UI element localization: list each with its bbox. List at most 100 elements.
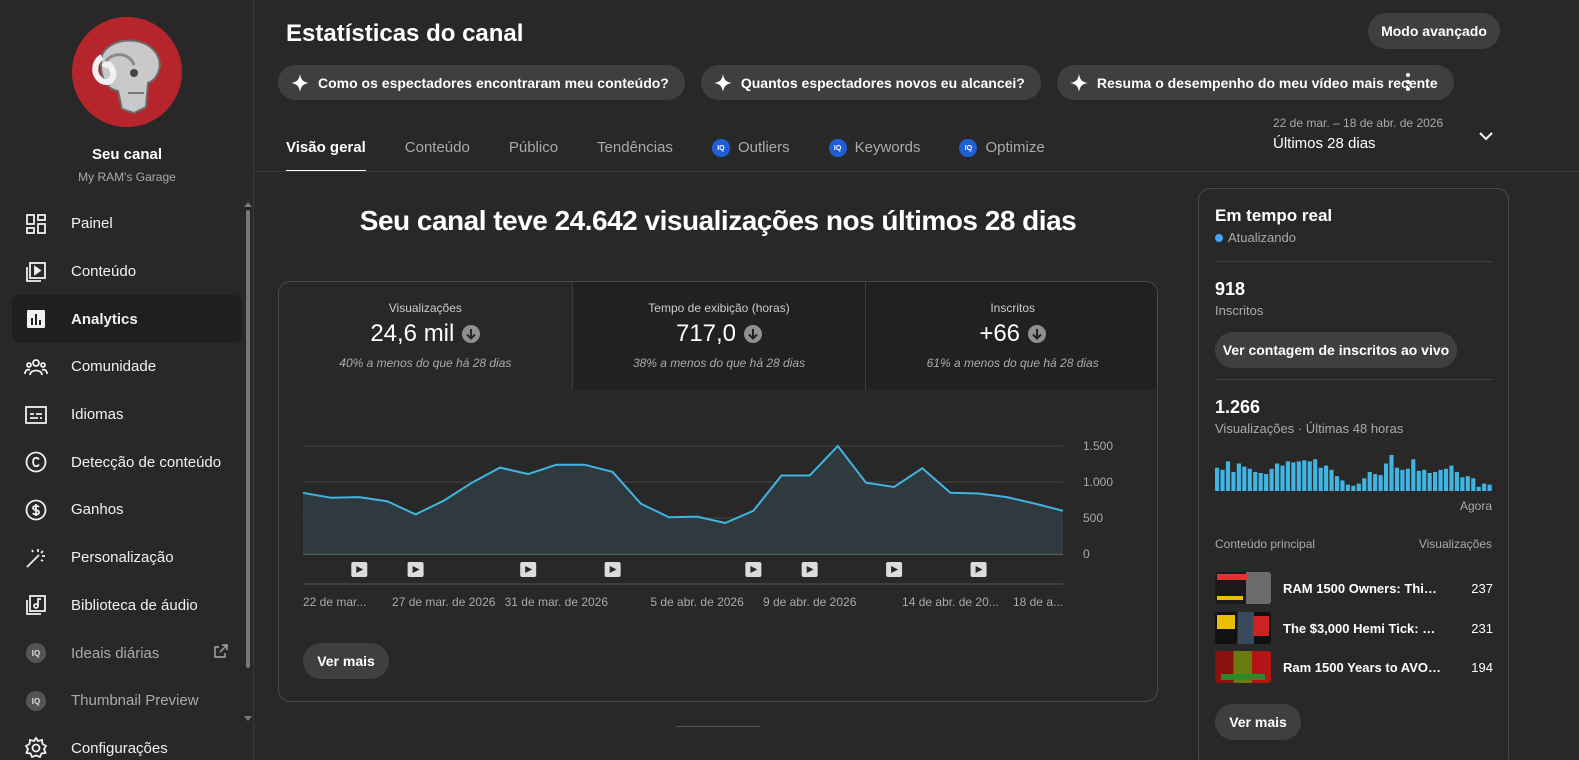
dashboard-icon <box>24 212 48 236</box>
top-video-row[interactable]: The $3,000 Hemi Tick: Do ... 231 <box>1215 612 1493 644</box>
realtime-bar <box>1274 463 1280 491</box>
settings-icon <box>24 736 48 760</box>
realtime-bar <box>1329 469 1334 491</box>
views-header: Visualizações <box>1418 537 1492 551</box>
metric-subscribers[interactable]: Inscritos +66 61% a menos do que há 28 d… <box>865 282 1157 390</box>
realtime-bar <box>1242 466 1247 491</box>
tab-tendencias[interactable]: Tendências <box>597 126 673 172</box>
sidebar-scrollbar[interactable] <box>246 210 250 668</box>
top-video-row[interactable]: RAM 1500 Owners: This Mi... 237 <box>1215 572 1493 604</box>
realtime-subscribers-value: 918 <box>1215 279 1246 299</box>
x-tick-label: 14 de abr. de 20... <box>902 595 999 609</box>
tab-publico[interactable]: Público <box>509 126 558 172</box>
date-range-dates[interactable]: 22 de mar. – 18 de abr. de 2026 <box>1273 116 1443 130</box>
more-options-icon[interactable] <box>1400 70 1416 94</box>
realtime-bar <box>1400 469 1405 491</box>
sparkle-icon <box>713 73 732 92</box>
live-subscriber-count-button[interactable]: Ver contagem de inscritos ao vivo <box>1215 332 1457 368</box>
main-content: Estatísticas do canal Modo avançado Como… <box>254 0 1579 760</box>
scroll-up-arrow[interactable] <box>244 202 252 207</box>
date-range-label[interactable]: Últimos 28 dias <box>1273 135 1376 152</box>
chevron-down-icon[interactable] <box>1478 128 1494 144</box>
metric-views[interactable]: Visualizações 24,6 mil 40% a menos do qu… <box>279 282 572 390</box>
arrow-down-icon <box>744 325 763 343</box>
ask-chip-label: Como os espectadores encontraram meu con… <box>318 74 669 91</box>
realtime-bar <box>1258 473 1263 491</box>
realtime-bar <box>1487 484 1492 491</box>
ask-chip[interactable]: Como os espectadores encontraram meu con… <box>278 65 685 100</box>
svg-text:IQ: IQ <box>32 697 40 706</box>
tab-conteudo[interactable]: Conteúdo <box>405 126 470 172</box>
sidebar-item-configuracoes[interactable]: Configurações <box>12 725 242 760</box>
top-video-title: RAM 1500 Owners: This Mi... <box>1283 580 1460 596</box>
video-thumbnail <box>1215 651 1271 683</box>
realtime-bar <box>1378 475 1383 491</box>
realtime-bar <box>1340 480 1345 491</box>
metric-value-wrap: +66 <box>866 320 1157 348</box>
realtime-bar <box>1231 471 1236 491</box>
x-tick-label: 9 de abr. de 2026 <box>763 595 857 609</box>
sidebar-item-thumbnail-preview[interactable]: IQ Thumbnail Preview <box>12 677 242 725</box>
realtime-bar <box>1454 471 1459 491</box>
tab-optimize[interactable]: IQ Optimize <box>959 126 1045 172</box>
scroll-down-arrow[interactable] <box>244 716 252 721</box>
top-video-row[interactable]: Ram 1500 Years to AVOID ... 194 <box>1215 651 1493 683</box>
realtime-bar <box>1482 483 1487 491</box>
metric-value-wrap: 717,0 <box>573 320 866 348</box>
sidebar-item-analytics[interactable]: Analytics <box>12 295 242 344</box>
ask-chips: Como os espectadores encontraram meu con… <box>278 65 1454 101</box>
sidebar-item-conteudo[interactable]: Conteúdo <box>12 248 242 296</box>
realtime-bar <box>1443 468 1449 491</box>
metric-change: 38% a menos do que há 28 dias <box>632 356 806 370</box>
realtime-views-bars[interactable] <box>1215 451 1493 491</box>
sparkle-icon <box>1069 73 1088 92</box>
tab-keywords[interactable]: IQ Keywords <box>828 126 920 172</box>
y-tick-label: 0 <box>1083 547 1090 561</box>
sidebar-item-label: Configurações <box>71 739 168 757</box>
tab-label: Outliers <box>737 139 790 156</box>
realtime-bar <box>1345 484 1350 491</box>
chart-area <box>303 446 1063 554</box>
sidebar-item-label: Thumbnail Preview <box>71 692 199 710</box>
sidebar-item-deteccao[interactable]: Detecção de conteúdo <box>12 438 242 486</box>
tab-outliers[interactable]: IQ Outliers <box>711 126 790 172</box>
views-chart[interactable]: 1.500 1.000 500 0 22 de mar... 27 de mar. de … <box>303 432 1123 612</box>
realtime-bar <box>1296 461 1301 491</box>
now-label: Agora <box>1459 499 1492 513</box>
ask-chip[interactable]: Resuma o desempenho do meu vídeo mais re… <box>1056 65 1454 100</box>
metric-title: Tempo de exibição (horas) <box>648 301 790 315</box>
sidebar-item-personalizacao[interactable]: Personalização <box>12 534 242 582</box>
realtime-bar <box>1334 476 1340 491</box>
realtime-see-more-button[interactable]: Ver mais <box>1215 704 1301 740</box>
realtime-bar <box>1373 474 1378 491</box>
realtime-bar <box>1225 461 1231 491</box>
sidebar-item-idiomas[interactable]: Idiomas <box>12 391 242 439</box>
x-tick-label: 18 de a... <box>1013 595 1063 609</box>
metric-value: 24,6 mil <box>370 320 455 347</box>
sidebar-item-ideias-diarias[interactable]: IQ Ideais diárias <box>12 629 242 677</box>
page-title: Estatísticas do canal <box>286 20 524 47</box>
video-thumbnail <box>1215 572 1271 604</box>
channel-avatar[interactable] <box>72 17 182 127</box>
realtime-bar <box>1383 463 1389 491</box>
tab-label: Tendências <box>597 139 673 156</box>
realtime-bar <box>1422 469 1427 491</box>
realtime-bar <box>1247 468 1252 491</box>
metric-title: Visualizações <box>388 301 462 315</box>
advanced-mode-button[interactable]: Modo avançado <box>1368 13 1500 49</box>
content-icon <box>24 260 48 284</box>
sidebar-nav: Painel Conteúdo Analytics Comunidade Idi… <box>12 200 242 760</box>
sidebar-item-biblioteca-audio[interactable]: Biblioteca de áudio <box>12 582 242 630</box>
realtime-bar <box>1356 483 1361 491</box>
vidiq-icon: IQ <box>711 139 730 157</box>
live-dot-icon <box>1215 233 1223 242</box>
ask-chip[interactable]: Quantos espectadores novos eu alcancei? <box>700 65 1041 100</box>
audio-library-icon <box>24 593 48 617</box>
realtime-bar <box>1411 459 1416 491</box>
metric-watch-time[interactable]: Tempo de exibição (horas) 717,0 38% a me… <box>571 282 866 390</box>
sidebar-item-painel[interactable]: Painel <box>12 200 242 248</box>
see-more-button[interactable]: Ver mais <box>303 643 389 679</box>
tab-visao-geral[interactable]: Visão geral <box>286 126 366 172</box>
sidebar-item-ganhos[interactable]: Ganhos <box>12 486 242 534</box>
sidebar-item-comunidade[interactable]: Comunidade <box>12 343 242 391</box>
